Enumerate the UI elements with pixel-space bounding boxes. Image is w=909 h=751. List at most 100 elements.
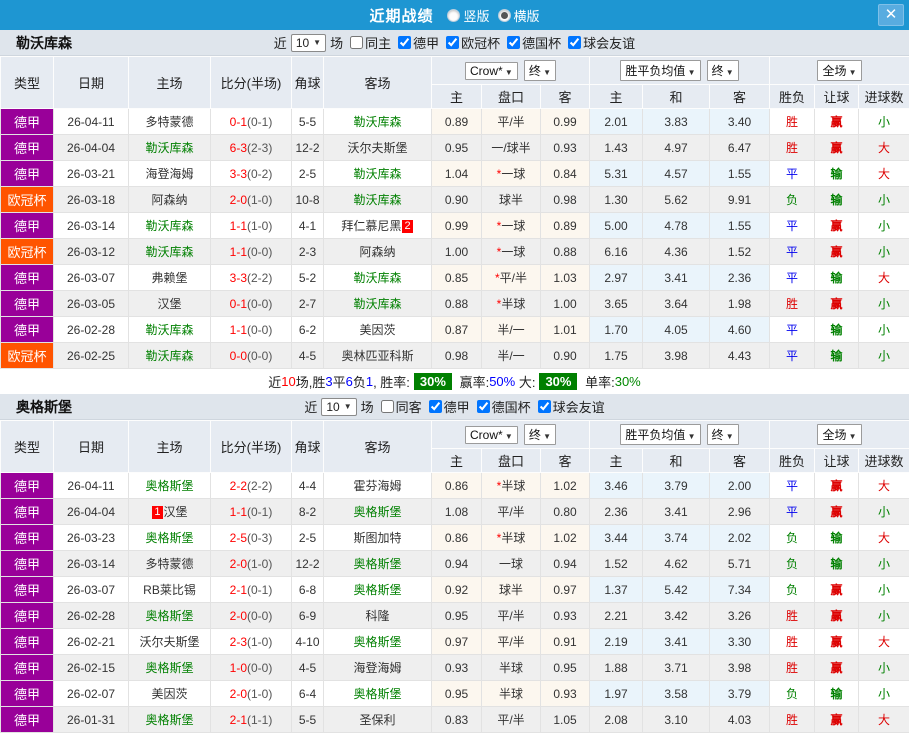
goals-cell: 大: [859, 525, 909, 551]
odds-stage-select[interactable]: 终: [524, 60, 556, 81]
match-count-select[interactable]: 10▼: [291, 34, 326, 52]
avg-away-cell: 5.71: [710, 551, 770, 577]
avg-home-cell: 5.00: [590, 213, 643, 239]
summary-text: 3: [325, 374, 332, 389]
league-checkbox-德甲[interactable]: [429, 400, 442, 413]
handicap-cell: *半球: [482, 291, 541, 317]
score-fulltime: 3-3: [230, 167, 247, 181]
radio-icon: [498, 9, 511, 22]
goals-label: 小: [878, 583, 890, 597]
result-cell: 胜: [770, 291, 815, 317]
league-checkbox-德甲[interactable]: [398, 36, 411, 49]
handicap-cell: *平/半: [482, 265, 541, 291]
handicap-result-cell: 输: [815, 525, 859, 551]
handicap-result-cell: 赢: [815, 707, 859, 733]
avg-stage-select[interactable]: 终: [707, 60, 739, 81]
team-name: 奥格斯堡: [16, 397, 72, 417]
home-team-cell: 奥格斯堡: [129, 473, 211, 499]
avg-away-cell: 6.47: [710, 135, 770, 161]
corner-cell: 8-2: [292, 499, 324, 525]
team-label: 奥格斯堡: [353, 583, 401, 597]
handicap-cell: 球半: [482, 577, 541, 603]
avg-stage-select[interactable]: 终: [707, 424, 739, 445]
games-label: 场: [330, 33, 343, 52]
handicap-cell: *一球: [482, 239, 541, 265]
away-team-cell: 奥格斯堡: [324, 551, 432, 577]
same-venue-checkbox[interactable]: [381, 400, 394, 413]
summary-text: , 胜率:: [373, 372, 410, 391]
avg-home-cell: 2.08: [590, 707, 643, 733]
avg-home-cell: 2.36: [590, 499, 643, 525]
handicap-label: 半球: [501, 531, 525, 545]
result-cell: 平: [770, 239, 815, 265]
layout-radio-竖版[interactable]: 竖版: [447, 6, 489, 25]
handicap-result-label: 赢: [831, 583, 843, 597]
date-cell: 26-03-21: [54, 161, 129, 187]
handicap-label: 平/半: [500, 271, 527, 285]
result-label: 平: [786, 323, 798, 337]
home-team-cell: 勒沃库森: [129, 343, 211, 369]
league-checkbox-德国杯[interactable]: [507, 36, 520, 49]
avg-select[interactable]: 胜平负均值: [620, 424, 700, 445]
handicap-label: 一球: [499, 557, 523, 571]
away-odds-cell: 0.94: [541, 551, 590, 577]
corner-cell: 6-8: [292, 577, 324, 603]
avg-away-cell: 2.96: [710, 499, 770, 525]
summary-text: 场,胜: [296, 372, 326, 391]
away-team-cell: 圣保利: [324, 707, 432, 733]
date-cell: 26-02-21: [54, 629, 129, 655]
league-checkbox-欧冠杯-label: 欧冠杯: [461, 33, 500, 52]
avg-draw-cell: 4.62: [643, 551, 710, 577]
odds-group-header: Crow* 终: [432, 421, 590, 449]
same-venue-checkbox[interactable]: [350, 36, 363, 49]
team-label: 拜仁慕尼黑: [341, 219, 401, 233]
summary-text: 负: [353, 372, 366, 391]
score-cell: 2-0(1-0): [211, 187, 292, 213]
handicap-cell: *半球: [482, 473, 541, 499]
corner-cell: 4-10: [292, 629, 324, 655]
team-label: 勒沃库森: [353, 167, 401, 181]
league-checkbox-欧冠杯[interactable]: [446, 36, 459, 49]
league-checkbox-球会友谊[interactable]: [538, 400, 551, 413]
result-cell: 胜: [770, 135, 815, 161]
filter-bar: 近10▼场同主德甲欧冠杯德国杯球会友谊: [274, 33, 635, 52]
avg-draw-cell: 5.62: [643, 187, 710, 213]
handicap-result-label: 赢: [831, 661, 843, 675]
scope-select[interactable]: 全场: [817, 60, 861, 81]
league-checkbox-球会友谊[interactable]: [568, 36, 581, 49]
rate-badge: 30%: [414, 373, 452, 390]
odds-stage-select[interactable]: 终: [524, 424, 556, 445]
result-cell: 平: [770, 265, 815, 291]
avg-home-cell: 2.97: [590, 265, 643, 291]
handicap-result-cell: 赢: [815, 629, 859, 655]
summary-text: 30%: [615, 374, 641, 389]
avg-home-cell: 1.37: [590, 577, 643, 603]
avg-select[interactable]: 胜平负均值: [620, 60, 700, 81]
table-row: 德甲26-02-28奥格斯堡2-0(0-0)6-9科隆0.95平/半0.932.…: [1, 603, 909, 629]
table-row: 德甲26-03-07RB莱比锡2-1(0-1)6-8奥格斯堡0.92球半0.97…: [1, 577, 909, 603]
result-label: 负: [786, 193, 798, 207]
home-odds-cell: 1.08: [432, 499, 482, 525]
layout-radio-横版[interactable]: 横版: [498, 6, 540, 25]
handicap-result-label: 赢: [831, 479, 843, 493]
team-section-leverkusen: 勒沃库森 近10▼场同主德甲欧冠杯德国杯球会友谊 类型 日期 主场 比分(半场)…: [0, 30, 909, 394]
result-cell: 平: [770, 343, 815, 369]
table-row: 德甲26-04-11多特蒙德0-1(0-1)5-5勒沃库森0.89平/半0.99…: [1, 109, 909, 135]
bookmaker-select[interactable]: Crow*: [465, 426, 518, 444]
handicap-result-label: 赢: [831, 141, 843, 155]
close-button[interactable]: ✕: [878, 4, 904, 26]
bookmaker-select[interactable]: Crow*: [465, 62, 518, 80]
goals-label: 小: [878, 505, 890, 519]
avg-away-cell: 1.52: [710, 239, 770, 265]
summary-text: 单率:: [581, 372, 614, 391]
league-checkbox-德国杯[interactable]: [477, 400, 490, 413]
score-cell: 0-1(0-1): [211, 109, 292, 135]
home-team-cell: 勒沃库森: [129, 135, 211, 161]
match-count-select[interactable]: 10▼: [321, 398, 356, 416]
scope-select[interactable]: 全场: [817, 424, 861, 445]
avg-draw-cell: 4.36: [643, 239, 710, 265]
avg-home-cell: 3.44: [590, 525, 643, 551]
chevron-down-icon: ▼: [344, 402, 352, 411]
goals-label: 小: [878, 349, 890, 363]
score-cell: 6-3(2-3): [211, 135, 292, 161]
